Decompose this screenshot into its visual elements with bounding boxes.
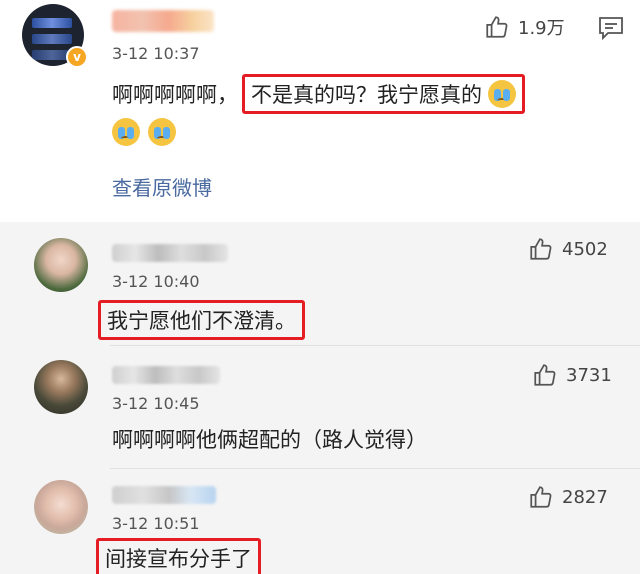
divider [110, 468, 640, 469]
highlight-box: 不是真的吗？我宁愿真的 [242, 74, 525, 114]
comment-time: 3-12 10:40 [112, 272, 200, 291]
avatar[interactable] [34, 238, 88, 292]
username-blurred[interactable] [112, 10, 214, 32]
thumbs-up-icon [530, 238, 552, 260]
comment-text-prefix: 啊啊啊啊啊， [112, 83, 238, 107]
like-button[interactable]: 2827 [528, 484, 608, 510]
view-original-link[interactable]: 查看原微博 [112, 172, 212, 201]
thumbs-up-icon [530, 486, 552, 508]
like-button[interactable]: 1.9万 [484, 14, 565, 40]
reply-list [0, 222, 640, 574]
comment-time: 3-12 10:45 [112, 394, 200, 413]
verified-badge-icon: v [66, 46, 88, 68]
reply-text: 间接宣布分手了 [96, 538, 261, 574]
reply-text: 我宁愿他们不澄清。 [98, 300, 305, 340]
crying-emoji-icon [148, 118, 176, 146]
thumbs-up-icon [486, 16, 508, 38]
thumbs-up-icon [534, 364, 556, 386]
like-count: 4502 [562, 238, 608, 260]
like-button[interactable]: 4502 [528, 236, 608, 262]
like-button[interactable]: 3731 [532, 362, 612, 388]
avatar[interactable] [34, 360, 88, 414]
reply-text: 啊啊啊啊他俩超配的（路人觉得） [112, 428, 427, 452]
comment-text-highlight: 不是真的吗？我宁愿真的 [251, 83, 482, 107]
emoji-row [112, 118, 176, 146]
like-count: 3731 [566, 364, 612, 386]
crying-emoji-icon [488, 80, 516, 108]
comment-text: 啊啊啊啊啊， 不是真的吗？我宁愿真的 [112, 74, 525, 114]
username-blurred[interactable] [112, 244, 228, 262]
username-blurred[interactable] [112, 486, 216, 504]
crying-emoji-icon [112, 118, 140, 146]
comment-icon[interactable] [598, 16, 624, 40]
like-count: 2827 [562, 486, 608, 508]
divider [110, 345, 640, 346]
comment-time: 3-12 10:51 [112, 514, 200, 533]
comment-time: 3-12 10:37 [112, 44, 200, 63]
like-count: 1.9万 [518, 18, 565, 39]
avatar[interactable] [34, 480, 88, 534]
username-blurred[interactable] [112, 366, 220, 384]
main-comment: v 3-12 10:37 1.9万 啊啊啊啊啊， 不是真的吗？我宁愿真的 查看原… [0, 0, 640, 222]
